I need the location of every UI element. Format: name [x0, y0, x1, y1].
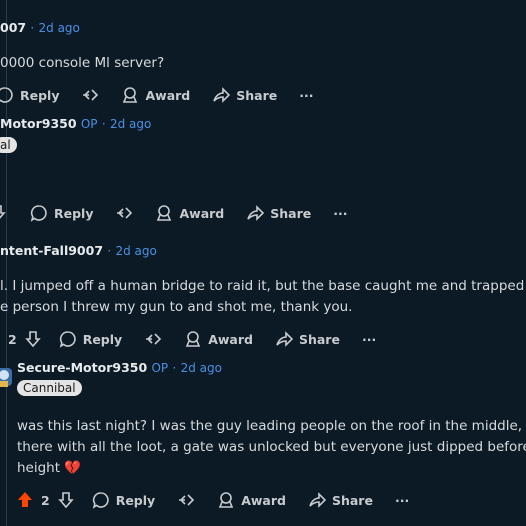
share-label: Share [298, 331, 340, 347]
award-icon [186, 331, 201, 347]
timestamp[interactable]: 2d ago [110, 117, 151, 131]
comment-actions: 2 Reply Award Share ··· [17, 491, 409, 509]
award-button[interactable]: Award [184, 330, 253, 348]
share-button[interactable]: Share [246, 204, 311, 222]
username[interactable]: 007 [0, 20, 26, 35]
share-icon [247, 205, 265, 221]
more-options-button[interactable]: ··· [299, 88, 313, 103]
op-badge: OP [151, 361, 169, 375]
user-flair: al [0, 137, 17, 153]
username[interactable]: ntent-Fall9007 [0, 243, 103, 258]
thread-line[interactable] [6, 0, 7, 526]
reply-button[interactable]: Reply [30, 204, 93, 222]
award-button[interactable]: Award [155, 204, 224, 222]
downvote-icon[interactable] [57, 491, 74, 509]
share-label: Share [236, 87, 278, 103]
more-options-button[interactable]: ··· [362, 332, 376, 347]
vote-controls: 2 [8, 330, 41, 348]
comment-body-line: l. I jumped off a human bridge to raid i… [0, 278, 526, 294]
vote-count: 2 [8, 331, 17, 347]
more-options-button[interactable]: ··· [333, 206, 347, 221]
reply-label: Reply [115, 492, 156, 508]
award-label: Award [208, 331, 253, 347]
timestamp[interactable]: 2d ago [115, 244, 156, 258]
more-icon: ··· [361, 331, 377, 347]
upvote-icon[interactable] [17, 491, 33, 509]
crosspost-icon [83, 89, 99, 101]
award-icon [219, 492, 234, 508]
crosspost-button[interactable] [177, 491, 195, 509]
separator-dot: · [30, 21, 35, 35]
reply-icon [30, 205, 47, 222]
flair-label: al [0, 137, 17, 153]
crosspost-button[interactable] [144, 330, 162, 348]
reply-icon [59, 331, 76, 348]
vote-count: 2 [41, 492, 50, 508]
op-badge: OP [80, 117, 98, 131]
share-label: Share [270, 205, 312, 221]
comment-actions: Reply Award Share ··· [0, 204, 348, 222]
crosspost-button[interactable] [81, 86, 99, 104]
award-button[interactable]: Award [217, 491, 286, 509]
comment-actions: Reply Award Share ··· [0, 86, 314, 104]
comment-body: 0000 console Ml server? [0, 55, 165, 71]
award-icon [123, 87, 138, 103]
downvote-icon[interactable] [24, 330, 41, 348]
reply-button[interactable]: Reply [59, 330, 122, 348]
vote-controls: 2 [17, 491, 74, 509]
separator-dot: · [107, 244, 112, 258]
comment-body-line: was this last night? I was the guy leadi… [17, 418, 526, 434]
comment-header: ntent-Fall9007 · 2d ago [0, 243, 157, 259]
award-icon [157, 205, 172, 221]
more-options-button[interactable]: ··· [395, 493, 409, 508]
username[interactable]: Secure-Motor9350 [17, 360, 147, 375]
share-button[interactable]: Share [212, 86, 277, 104]
separator-dot: · [172, 361, 177, 375]
reply-button[interactable]: Reply [92, 491, 155, 509]
more-icon: ··· [394, 492, 410, 508]
timestamp[interactable]: 2d ago [181, 361, 222, 375]
user-flair: Cannibal [17, 380, 82, 396]
award-label: Award [241, 492, 286, 508]
comment-body-line: there with all the loot, a gate was unlo… [17, 439, 526, 455]
comment-header: Motor9350 OP · 2d ago [0, 116, 151, 132]
reply-label: Reply [54, 205, 94, 221]
flair-label: Cannibal [17, 380, 82, 396]
reply-label: Reply [20, 87, 60, 103]
more-icon: ··· [299, 87, 314, 103]
crosspost-icon [179, 494, 195, 506]
username[interactable]: Motor9350 [0, 116, 77, 131]
comment-header: 007 · 2d ago [0, 20, 80, 36]
award-label: Award [145, 87, 191, 103]
share-icon [309, 492, 326, 508]
share-icon [276, 331, 293, 347]
avatar[interactable] [0, 364, 14, 392]
comment-body-line: e person I threw my gun to and shot me, … [0, 299, 353, 315]
crosspost-button[interactable] [115, 204, 133, 222]
comment-actions: 2 Reply Award Share ··· [8, 330, 376, 348]
crosspost-icon [117, 207, 133, 219]
award-button[interactable]: Award [121, 86, 190, 104]
crosspost-icon [146, 333, 162, 345]
reply-icon [92, 492, 109, 509]
reply-button[interactable]: Reply [0, 86, 59, 104]
share-button[interactable]: Share [275, 330, 340, 348]
reply-icon [0, 87, 13, 103]
reply-label: Reply [82, 331, 123, 347]
share-label: Share [331, 492, 373, 508]
snoo-avatar-icon [0, 368, 12, 387]
downvote-button[interactable] [0, 204, 6, 222]
downvote-icon [0, 205, 6, 219]
comment-header: Secure-Motor9350 OP · 2d ago [17, 360, 222, 376]
share-button[interactable]: Share [308, 491, 373, 509]
timestamp[interactable]: 2d ago [39, 21, 80, 35]
more-icon: ··· [333, 205, 348, 221]
comment-body-line: height 💔 [17, 460, 82, 476]
award-label: Award [179, 205, 225, 221]
share-icon [213, 87, 231, 103]
separator-dot: · [101, 117, 106, 131]
